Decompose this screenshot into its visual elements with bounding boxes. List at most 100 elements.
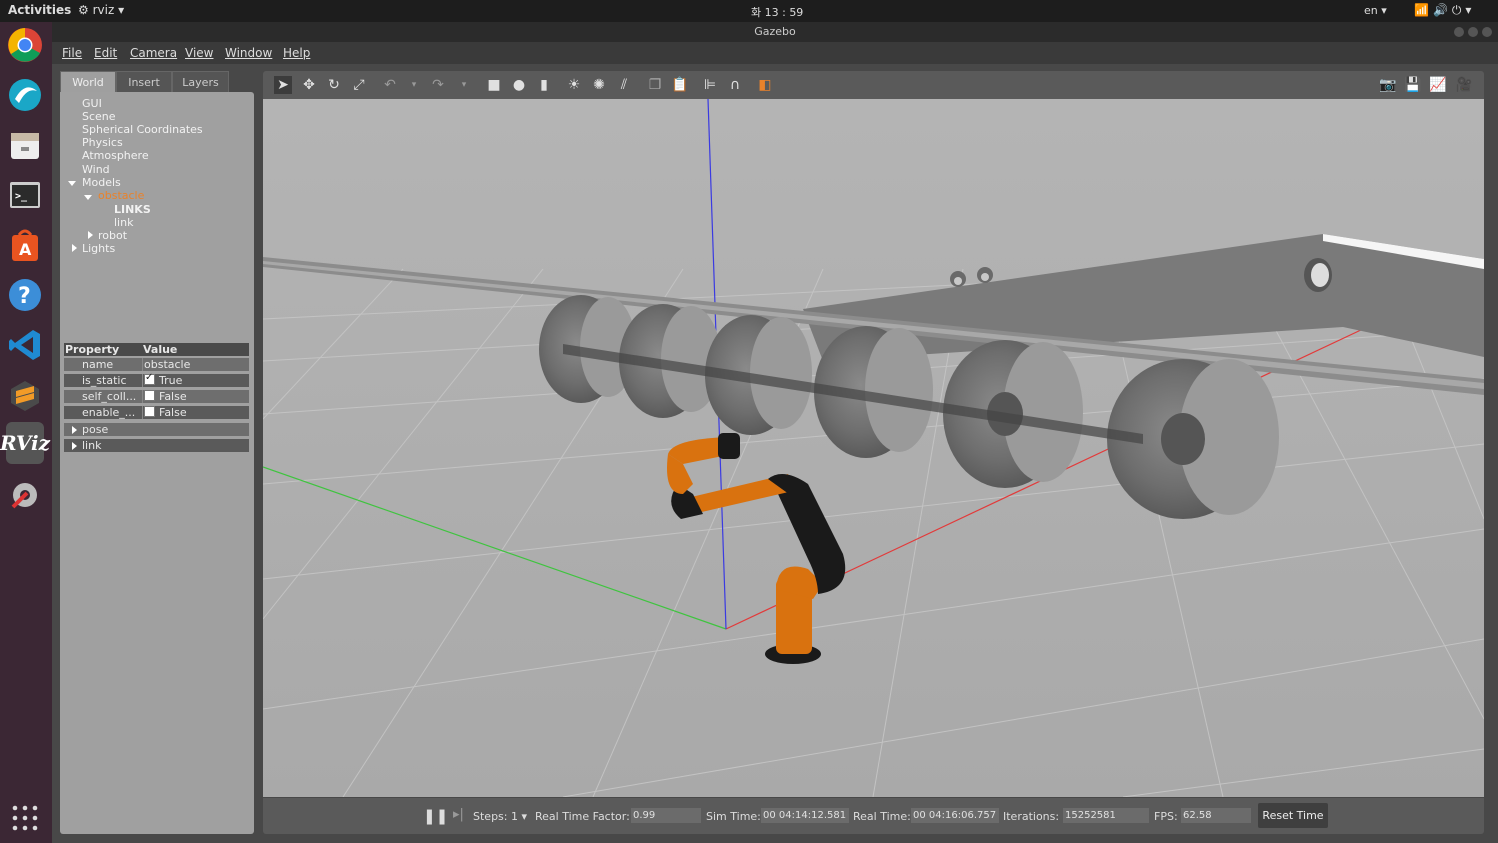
tree-item-obstacle[interactable]: obstacle: [98, 189, 144, 202]
rotate-mode-icon[interactable]: ↻: [325, 76, 343, 94]
browser-icon[interactable]: [7, 77, 43, 113]
close-button[interactable]: [1482, 27, 1492, 37]
paste-icon[interactable]: 📋: [671, 76, 689, 94]
wifi-icon: 📶: [1414, 3, 1433, 17]
rviz-icon[interactable]: RViz: [0, 422, 50, 464]
pause-icon[interactable]: ❚❚: [423, 807, 448, 825]
step-icon[interactable]: ▸|: [453, 807, 464, 822]
app-name: rviz: [92, 3, 115, 17]
cylinder-shape-icon[interactable]: ▮: [535, 76, 553, 94]
tab-layers[interactable]: Layers: [172, 71, 229, 93]
vscode-icon[interactable]: [7, 327, 43, 363]
help-icon[interactable]: ?: [7, 277, 43, 313]
align-icon[interactable]: ⊫: [701, 76, 719, 94]
tree-item-link[interactable]: link: [114, 216, 133, 229]
expand-lights-icon[interactable]: [72, 244, 77, 252]
copy-icon[interactable]: ❐: [646, 76, 664, 94]
menu-window[interactable]: Window: [225, 46, 272, 60]
menu-camera[interactable]: Camera: [130, 46, 177, 60]
window-title: Gazebo: [754, 25, 796, 38]
property-row-pose[interactable]: pose: [64, 423, 249, 436]
property-key: self_coll...: [82, 390, 137, 403]
menu-file[interactable]: File: [62, 46, 82, 60]
language-indicator[interactable]: en ▾: [1364, 4, 1387, 17]
terminal-icon[interactable]: >_: [7, 177, 43, 213]
clock[interactable]: 화 13 : 59: [751, 4, 803, 20]
tree-item-atmosphere[interactable]: Atmosphere: [82, 149, 149, 162]
change-view-icon[interactable]: ◧: [756, 76, 774, 94]
real-time-value: 00 04:16:06.757: [911, 808, 999, 823]
point-light-icon[interactable]: ☀: [565, 76, 583, 94]
spot-light-icon[interactable]: ✺: [590, 76, 608, 94]
property-key: is_static: [82, 374, 127, 387]
language-label: en: [1364, 4, 1378, 17]
tab-world[interactable]: World: [60, 71, 116, 93]
menu-edit[interactable]: Edit: [94, 46, 117, 60]
self-collide-checkbox[interactable]: [144, 390, 155, 401]
tree-item-lights[interactable]: Lights: [82, 242, 115, 255]
property-row-link[interactable]: link: [64, 439, 249, 452]
menu-help[interactable]: Help: [283, 46, 310, 60]
directional-light-icon[interactable]: ⫽: [615, 76, 633, 94]
window-titlebar[interactable]: Gazebo: [52, 22, 1498, 42]
application-dock: >_ A ? RViz: [0, 22, 52, 843]
expand-obstacle-icon[interactable]: [84, 195, 92, 200]
viewport-toolbar: ➤ ✥ ↻ ⤢ ↶ ▾ ↷ ▾ ■ ● ▮ ☀ ✺ ⫽ ❐ 📋 ⊫ ∩ ◧ 📷 …: [263, 71, 1484, 99]
is-static-checkbox[interactable]: [144, 372, 155, 385]
iterations-label: Iterations:: [1003, 810, 1060, 823]
sim-status-bar: ❚❚ ▸| Steps: 1 ▾ Real Time Factor: 0.99 …: [263, 798, 1484, 834]
property-row-enable-wind[interactable]: enable_... False: [64, 406, 249, 419]
tree-item-models[interactable]: Models: [82, 176, 121, 189]
tree-header-links: LINKS: [114, 203, 151, 216]
reset-time-button[interactable]: Reset Time: [1258, 803, 1328, 828]
tree-item-gui[interactable]: GUI: [82, 97, 102, 110]
enable-wind-checkbox[interactable]: [144, 406, 155, 417]
chrome-icon[interactable]: [7, 27, 43, 63]
plot-icon[interactable]: 📈: [1429, 76, 1447, 94]
settings-icon[interactable]: [7, 477, 43, 513]
tree-item-spherical-coordinates[interactable]: Spherical Coordinates: [82, 123, 203, 136]
tree-item-physics[interactable]: Physics: [82, 136, 123, 149]
svg-text:>_: >_: [15, 191, 28, 202]
system-tray[interactable]: 📶🔊⏻▾: [1414, 3, 1475, 18]
expand-models-icon[interactable]: [68, 181, 76, 186]
scale-mode-icon[interactable]: ⤢: [350, 76, 368, 94]
log-data-icon[interactable]: 💾: [1404, 76, 1422, 94]
property-row-is-static[interactable]: is_static True: [64, 372, 249, 387]
app-menu[interactable]: ⚙ rviz ▾: [78, 3, 124, 17]
snap-icon[interactable]: ∩: [726, 76, 744, 94]
files-icon[interactable]: [7, 127, 43, 163]
undo-icon[interactable]: ↶: [381, 76, 399, 94]
redo-icon[interactable]: ↷: [429, 76, 447, 94]
minimize-button[interactable]: [1454, 27, 1464, 37]
expand-pose-icon[interactable]: [72, 426, 77, 434]
menu-view[interactable]: View: [185, 46, 213, 60]
undo-history-icon[interactable]: ▾: [405, 76, 423, 94]
screenshot-icon[interactable]: 📷: [1379, 76, 1397, 94]
property-key: name: [82, 358, 114, 371]
box-shape-icon[interactable]: ■: [485, 76, 503, 94]
record-video-icon[interactable]: 🎥: [1455, 76, 1473, 94]
select-mode-icon[interactable]: ➤: [274, 76, 292, 94]
expand-link-icon[interactable]: [72, 442, 77, 450]
property-row-name[interactable]: name obstacle: [64, 358, 249, 371]
tree-item-robot[interactable]: robot: [98, 229, 127, 242]
show-apps-icon[interactable]: [7, 800, 43, 836]
3d-viewport[interactable]: [263, 99, 1484, 797]
tree-item-wind[interactable]: Wind: [82, 163, 110, 176]
sublime-icon[interactable]: [7, 377, 43, 413]
property-value: False: [159, 390, 187, 403]
translate-mode-icon[interactable]: ✥: [300, 76, 318, 94]
world-panel: GUI Scene Spherical Coordinates Physics …: [60, 92, 254, 834]
software-center-icon[interactable]: A: [7, 227, 43, 263]
tree-item-scene[interactable]: Scene: [82, 110, 116, 123]
svg-text:?: ?: [18, 284, 31, 309]
expand-robot-icon[interactable]: [88, 231, 93, 239]
sphere-shape-icon[interactable]: ●: [510, 76, 528, 94]
steps-spinbox[interactable]: 1 ▾: [511, 810, 527, 823]
property-row-self-collide[interactable]: self_coll... False: [64, 390, 249, 403]
redo-history-icon[interactable]: ▾: [455, 76, 473, 94]
activities-button[interactable]: Activities: [8, 3, 71, 17]
maximize-button[interactable]: [1468, 27, 1478, 37]
tab-insert[interactable]: Insert: [116, 71, 172, 93]
